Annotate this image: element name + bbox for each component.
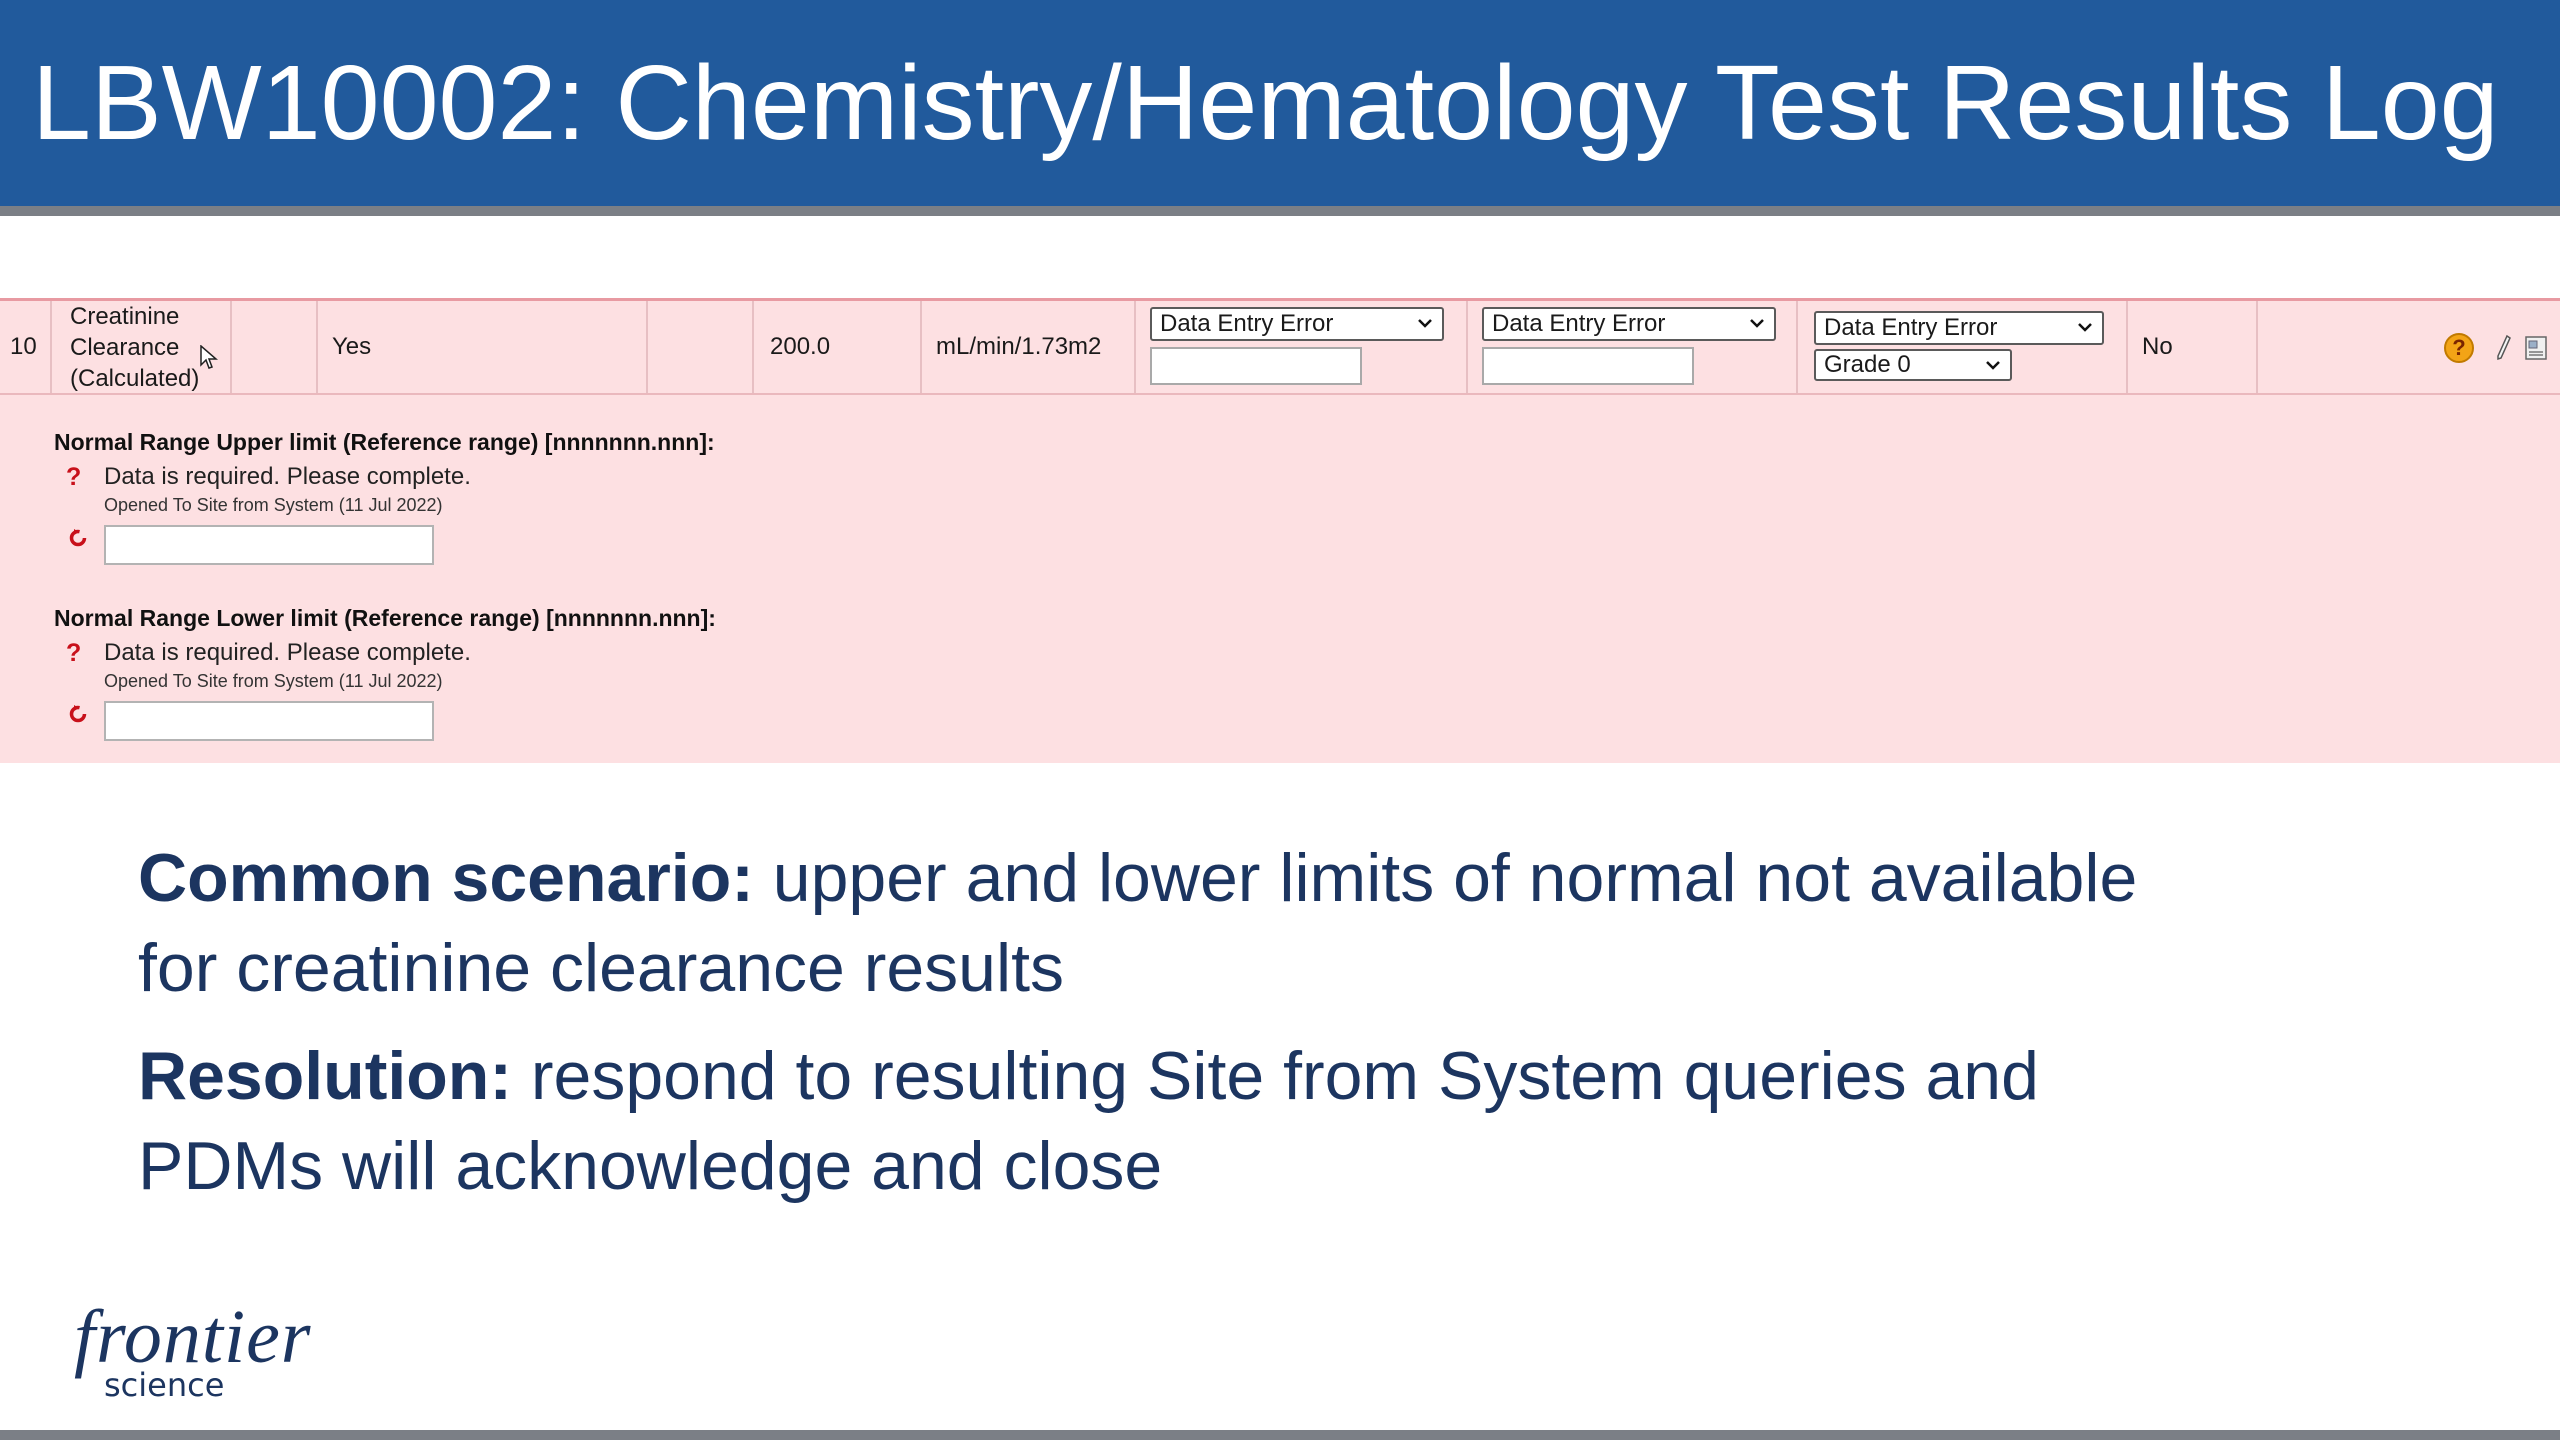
edit-pencil-icon[interactable]	[2496, 334, 2512, 362]
banner-divider	[0, 206, 2560, 216]
reply-icon[interactable]	[68, 527, 88, 547]
query-panel: Normal Range Upper limit (Reference rang…	[0, 395, 2560, 763]
slide: LBW10002: Chemistry/Hematology Test Resu…	[0, 0, 2560, 1440]
chevron-down-icon	[2078, 323, 2092, 332]
query-message-lower: Data is required. Please complete.	[104, 639, 471, 666]
resolution-line-2: PDMs will acknowledge and close	[138, 1128, 1163, 1204]
query-status-upper: Opened To Site from System (11 Jul 2022)	[104, 495, 443, 515]
scenario-line-1: Common scenario: upper and lower limits …	[138, 838, 2137, 918]
reply-icon[interactable]	[68, 703, 88, 723]
query-status-lower: Opened To Site from System (11 Jul 2022)	[104, 671, 443, 691]
query-label-upper: Normal Range Upper limit (Reference rang…	[54, 429, 715, 455]
done-cell: Yes	[318, 301, 648, 393]
row-number: 10	[10, 333, 37, 360]
empty-cell-2	[648, 301, 754, 393]
empty-cell-1	[232, 301, 318, 393]
status-select-3[interactable]: Data Entry Error	[1814, 311, 2104, 345]
units-cell: mL/min/1.73m2	[922, 301, 1136, 393]
scenario-line-2: for creatinine clearance results	[138, 930, 1065, 1006]
test-name-line-3: (Calculated)	[70, 364, 200, 392]
select-cell-2: Data Entry Error	[1468, 301, 1798, 393]
query-required-icon: ?	[66, 639, 82, 667]
significant-cell: No	[2128, 301, 2258, 393]
chevron-down-icon	[1750, 319, 1764, 328]
upper-limit-input[interactable]	[104, 525, 434, 565]
row-number-cell: 10	[0, 301, 52, 393]
query-help-icon[interactable]: ?	[2444, 333, 2474, 363]
query-label-lower: Normal Range Lower limit (Reference rang…	[54, 605, 716, 631]
status-select-1[interactable]: Data Entry Error	[1150, 307, 1444, 341]
test-name-cell: Creatinine Clearance (Calculated)	[52, 301, 232, 393]
logo-sub: science	[104, 1366, 225, 1404]
grade-select-value: Grade 0	[1824, 351, 1911, 378]
scenario-heading: Common scenario:	[138, 840, 754, 916]
test-name-line-1: Creatinine	[70, 302, 180, 330]
significant-value: No	[2142, 333, 2173, 360]
scenario-text-1: upper and lower limits of normal not ava…	[753, 840, 2138, 916]
done-value: Yes	[332, 333, 372, 360]
resolution-heading: Resolution:	[138, 1038, 512, 1114]
query-message-upper: Data is required. Please complete.	[104, 463, 471, 490]
comment-input-1[interactable]	[1150, 347, 1362, 385]
select-cell-1: Data Entry Error	[1136, 301, 1468, 393]
status-select-2[interactable]: Data Entry Error	[1482, 307, 1776, 341]
mouse-cursor-icon	[200, 345, 218, 369]
bottom-divider	[0, 1430, 2560, 1440]
status-select-1-value: Data Entry Error	[1160, 310, 1334, 337]
units-value: mL/min/1.73m2	[936, 333, 1102, 360]
resolution-text-1: respond to resulting Site from System qu…	[511, 1038, 2039, 1114]
select-cell-3: Data Entry Error Grade 0	[1798, 301, 2128, 393]
title-banner: LBW10002: Chemistry/Hematology Test Resu…	[0, 0, 2560, 206]
actions-cell: ?	[2258, 301, 2560, 393]
lower-limit-input[interactable]	[104, 701, 434, 741]
frontier-science-logo: frontier science	[54, 1295, 314, 1410]
notes-icon[interactable]	[2524, 335, 2548, 361]
table-row: 10 Creatinine Clearance (Calculated) Yes…	[0, 301, 2560, 395]
chevron-down-icon	[1986, 361, 2000, 370]
chevron-down-icon	[1418, 319, 1432, 328]
status-select-3-value: Data Entry Error	[1824, 314, 1998, 341]
test-name-line-2: Clearance	[70, 333, 180, 361]
comment-input-2[interactable]	[1482, 347, 1694, 385]
status-select-2-value: Data Entry Error	[1492, 310, 1666, 337]
query-required-icon: ?	[66, 463, 82, 491]
grade-select[interactable]: Grade 0	[1814, 349, 2012, 381]
result-cell: 200.0	[754, 301, 922, 393]
page-title: LBW10002: Chemistry/Hematology Test Resu…	[32, 44, 2499, 162]
result-value: 200.0	[770, 333, 831, 360]
resolution-line-1: Resolution: respond to resulting Site fr…	[138, 1036, 2039, 1116]
